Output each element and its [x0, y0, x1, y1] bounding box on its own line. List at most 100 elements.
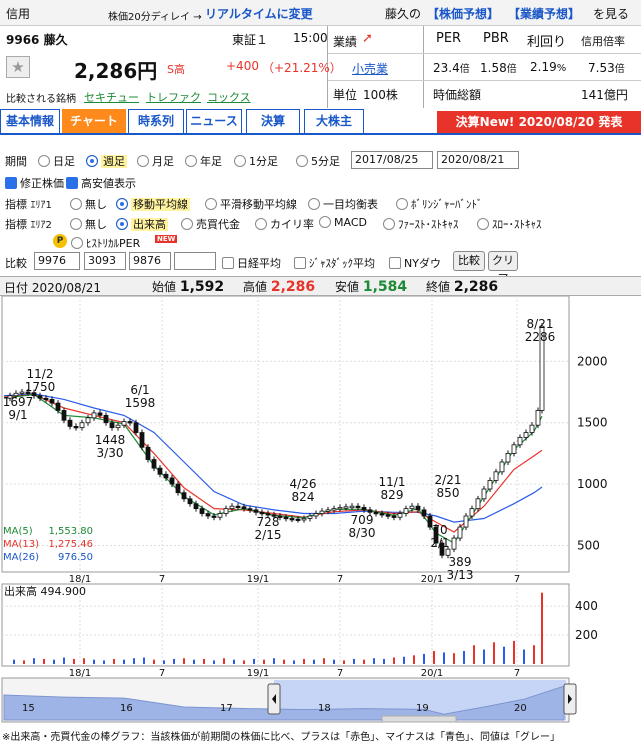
- period-yearly[interactable]: 年足: [185, 153, 222, 169]
- compare-stock-3[interactable]: コックス: [207, 89, 251, 105]
- period-5min[interactable]: 5分足: [296, 153, 340, 169]
- price-annotation-top: 11/2: [27, 367, 54, 381]
- compare-code-3[interactable]: 9876: [129, 252, 171, 270]
- new-badge: NEW: [155, 235, 178, 243]
- candle-body: [307, 515, 313, 519]
- ma-legend: MA(5) 1,553.80 MA(13) 1,275.46 MA(26) 976.5…: [3, 525, 93, 564]
- volume-bar: [53, 659, 55, 664]
- area2-deviation[interactable]: カイリ率: [255, 216, 314, 232]
- candle-body: [343, 506, 349, 509]
- title-right-prefix: 藤久の: [385, 7, 422, 21]
- tab-earnings[interactable]: 決算: [246, 109, 300, 133]
- volume-bar: [23, 660, 25, 664]
- area2-trading-value[interactable]: 売買代金: [181, 216, 240, 232]
- price-annotation-bottom: 2/15: [255, 528, 282, 542]
- candle-body: [493, 471, 499, 481]
- forecast-price-link[interactable]: 【株価予想】: [427, 5, 499, 22]
- volume-bar: [213, 660, 215, 664]
- period-daily[interactable]: 日足: [38, 153, 75, 169]
- price-y-tick: 2000: [577, 354, 608, 368]
- price-annotation-bottom: 3/13: [447, 568, 474, 582]
- candle-body: [391, 515, 397, 518]
- volume-bar: [313, 659, 315, 664]
- candle-body: [139, 432, 145, 448]
- candle-body: [283, 516, 289, 520]
- candle-body: [121, 421, 127, 426]
- compare-code-4[interactable]: [174, 252, 216, 270]
- tab-underline: [0, 133, 641, 135]
- candle-body: [301, 518, 307, 521]
- candle-body: [355, 505, 361, 509]
- area2-macd[interactable]: MACD: [319, 216, 367, 229]
- period-weekly[interactable]: 週足: [86, 153, 127, 169]
- sector-link[interactable]: 小売業: [352, 60, 388, 77]
- candle-body: [61, 410, 67, 421]
- mcap-label: 時価総額: [433, 88, 482, 102]
- compare-button[interactable]: 比較: [453, 251, 485, 271]
- quote-close: 終値 2,286: [426, 279, 499, 295]
- tab-major-holders[interactable]: 大株主: [304, 109, 364, 133]
- nydow-checkbox[interactable]: NYダウ: [389, 255, 441, 271]
- price-annotation-top: 2/21: [435, 473, 462, 487]
- earnings-banner[interactable]: 決算New! 2020/08/20 発表: [437, 111, 641, 133]
- area2-volume[interactable]: 出来高: [116, 216, 168, 232]
- area1-ichimoku[interactable]: 一目均衡表: [308, 196, 378, 212]
- area1-smoothed-ma[interactable]: 平滑移動平均線: [205, 196, 297, 212]
- price-y-tick: 500: [577, 538, 600, 552]
- compare-code-2[interactable]: 3093: [84, 252, 126, 270]
- candle-body: [157, 467, 163, 475]
- candle-body: [79, 422, 85, 429]
- price-annotation-bottom: 1598: [125, 396, 156, 410]
- trend-up-icon: ➚: [362, 31, 373, 46]
- candle-body: [85, 417, 91, 424]
- legend-ma5: MA(5) 1,553.80: [3, 526, 93, 537]
- volume-bar: [13, 659, 15, 664]
- x-tick-label: 20/1: [421, 574, 443, 585]
- area1-moving-average[interactable]: 移動平均線: [116, 196, 190, 212]
- volume-bar: [503, 646, 505, 664]
- candle-body: [37, 395, 43, 399]
- price-chart[interactable]: 11/2175016979/1 6/11598 14483/30 4/26824 728…: [0, 296, 641, 728]
- favorite-star-icon[interactable]: ★: [6, 56, 30, 78]
- compare-stock-1[interactable]: セキチュー: [84, 89, 139, 105]
- period-1min[interactable]: 1分足: [234, 153, 278, 169]
- candle-body: [163, 473, 169, 479]
- candle-body: [463, 515, 469, 528]
- volume-bar: [403, 656, 405, 664]
- area2-none[interactable]: 無し: [70, 216, 107, 232]
- volume-x-tick: 7: [159, 668, 165, 679]
- volume-bar: [323, 658, 325, 664]
- clear-button[interactable]: クリア: [488, 251, 518, 285]
- compare-stock-2[interactable]: トレファク: [146, 89, 201, 105]
- price-y-tick: 1000: [577, 477, 608, 491]
- nikkei-checkbox[interactable]: 日経平均: [222, 255, 281, 271]
- historical-per-option[interactable]: ﾋｽﾄﾘｶﾙPER: [71, 235, 140, 251]
- compare-code-1[interactable]: 9976: [34, 252, 80, 270]
- forecast-earnings-link[interactable]: 【業績予想】: [508, 5, 580, 22]
- date-to-input[interactable]: 2020/08/21: [437, 151, 519, 169]
- area2-fast-stochastic[interactable]: ﾌｧｰｽﾄ･ｽﾄｷｬｽ: [383, 216, 459, 232]
- volume-bar: [123, 659, 125, 664]
- area2-slow-stochastic[interactable]: ｽﾛｰ･ｽﾄｷｬｽ: [477, 216, 542, 232]
- candle-body: [67, 419, 73, 427]
- candle-body: [331, 508, 337, 511]
- volume-bar: [263, 659, 265, 664]
- volume-bar: [43, 658, 45, 664]
- realtime-link[interactable]: リアルタイムに変更: [205, 5, 313, 22]
- period-monthly[interactable]: 月足: [137, 153, 174, 169]
- volume-bar: [133, 658, 135, 664]
- area1-bollinger[interactable]: ﾎﾞﾘﾝｼﾞｬｰﾊﾞﾝﾄﾞ: [396, 196, 483, 212]
- adjusted-price-checkbox[interactable]: 修正株価: [5, 175, 64, 191]
- area1-none[interactable]: 無し: [70, 196, 107, 212]
- tab-timeseries[interactable]: 時系列: [128, 109, 184, 133]
- jasdaq-checkbox[interactable]: ｼﾞｬｽﾀﾞｯｸ平均: [294, 255, 375, 271]
- candle-body: [127, 421, 133, 424]
- tab-news[interactable]: ニュース: [186, 109, 242, 133]
- date-from-input[interactable]: 2017/08/25: [351, 151, 433, 169]
- tab-basic-info[interactable]: 基本情報: [0, 109, 60, 133]
- tab-chart[interactable]: チャート: [62, 109, 126, 133]
- show-high-low-checkbox[interactable]: 高安値表示: [66, 175, 136, 191]
- candle-body: [109, 422, 115, 429]
- price-annotation-top: 70: [432, 523, 447, 537]
- candle-body: [487, 480, 493, 490]
